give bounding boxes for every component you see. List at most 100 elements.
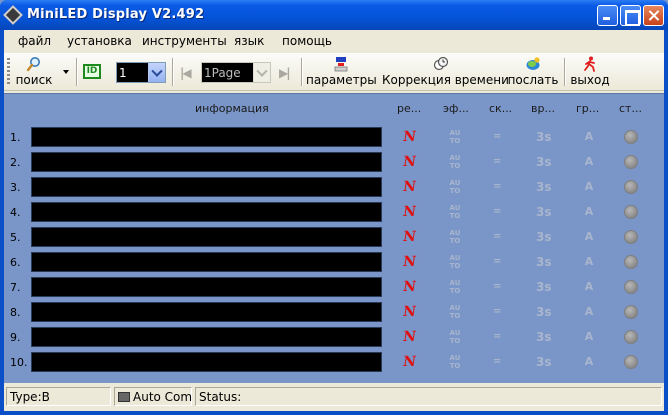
column-header-mode[interactable]: ре...: [397, 102, 421, 115]
status-dot-icon[interactable]: [624, 330, 638, 344]
mode-icon[interactable]: N: [402, 279, 418, 295]
mode-icon[interactable]: N: [402, 129, 418, 145]
mode-icon[interactable]: N: [402, 154, 418, 170]
speed-icon[interactable]: =: [493, 255, 507, 269]
column-header-speed[interactable]: ск...: [489, 102, 512, 115]
search-button[interactable]: поиск: [14, 56, 54, 88]
font-icon[interactable]: A: [582, 130, 596, 144]
params-button[interactable]: параметры: [306, 56, 377, 88]
speed-icon[interactable]: =: [493, 330, 507, 344]
magnifier-icon: [26, 57, 40, 72]
time-icon[interactable]: 3s: [536, 255, 552, 269]
exit-button[interactable]: выход: [570, 56, 610, 88]
font-icon[interactable]: A: [582, 155, 596, 169]
message-bar[interactable]: [31, 152, 382, 172]
message-bar[interactable]: [31, 352, 382, 372]
mode-icon[interactable]: N: [402, 329, 418, 345]
font-icon[interactable]: A: [582, 330, 596, 344]
status-dot-icon[interactable]: [624, 355, 638, 369]
time-icon[interactable]: 3s: [536, 355, 552, 369]
close-button[interactable]: [643, 5, 664, 26]
time-icon[interactable]: 3s: [536, 230, 552, 244]
font-icon[interactable]: A: [582, 205, 596, 219]
speed-icon[interactable]: =: [493, 130, 507, 144]
toolbar-grip[interactable]: [7, 58, 10, 86]
message-bar[interactable]: [31, 252, 382, 272]
status-dot-icon[interactable]: [624, 155, 638, 169]
time-icon[interactable]: 3s: [536, 330, 552, 344]
chevron-down-icon[interactable]: [253, 63, 270, 82]
menu-help[interactable]: помощь: [282, 34, 332, 48]
status-dot-icon[interactable]: [624, 255, 638, 269]
title-bar[interactable]: MiniLED Display V2.492: [0, 0, 668, 30]
page-select[interactable]: 1Page: [201, 62, 271, 83]
menu-language[interactable]: язык: [234, 34, 264, 48]
time-icon[interactable]: 3s: [536, 205, 552, 219]
mode-icon[interactable]: N: [402, 254, 418, 270]
status-dot-icon[interactable]: [624, 280, 638, 294]
time-icon[interactable]: 3s: [536, 130, 552, 144]
effect-auto-icon[interactable]: AU TO: [445, 179, 465, 195]
speed-icon[interactable]: =: [493, 280, 507, 294]
effect-auto-icon[interactable]: AU TO: [445, 329, 465, 345]
speed-icon[interactable]: =: [493, 180, 507, 194]
chevron-down-icon[interactable]: [148, 63, 165, 82]
message-bar[interactable]: [31, 277, 382, 297]
column-header-font[interactable]: гр...: [576, 102, 599, 115]
column-header-state[interactable]: ст...: [619, 102, 642, 115]
message-bar[interactable]: [31, 127, 382, 147]
status-dot-icon[interactable]: [624, 230, 638, 244]
effect-auto-icon[interactable]: AU TO: [445, 229, 465, 245]
time-icon[interactable]: 3s: [536, 305, 552, 319]
effect-auto-icon[interactable]: AU TO: [445, 129, 465, 145]
speed-icon[interactable]: =: [493, 355, 507, 369]
time-icon[interactable]: 3s: [536, 155, 552, 169]
time-icon[interactable]: 3s: [536, 280, 552, 294]
message-bar[interactable]: [31, 327, 382, 347]
mode-icon[interactable]: N: [402, 304, 418, 320]
prev-page-icon[interactable]: |◀: [180, 66, 192, 80]
message-bar[interactable]: [31, 177, 382, 197]
font-icon[interactable]: A: [582, 280, 596, 294]
mode-icon[interactable]: N: [402, 204, 418, 220]
maximize-button[interactable]: [620, 5, 641, 26]
mode-icon[interactable]: N: [402, 354, 418, 370]
menu-file[interactable]: файл: [18, 34, 51, 48]
speed-icon[interactable]: =: [493, 205, 507, 219]
search-dropdown-arrow[interactable]: [63, 70, 69, 74]
message-bar[interactable]: [31, 227, 382, 247]
next-page-icon[interactable]: ▶|: [279, 66, 291, 80]
menu-setup[interactable]: установка: [67, 34, 132, 48]
effect-auto-icon[interactable]: AU TO: [445, 354, 465, 370]
speed-icon[interactable]: =: [493, 155, 507, 169]
effect-auto-icon[interactable]: AU TO: [445, 304, 465, 320]
minimize-button[interactable]: [597, 5, 618, 26]
id-select[interactable]: 1: [116, 62, 166, 83]
column-header-time[interactable]: вр...: [531, 102, 555, 115]
effect-auto-icon[interactable]: AU TO: [445, 279, 465, 295]
message-bar[interactable]: [31, 302, 382, 322]
font-icon[interactable]: A: [582, 230, 596, 244]
status-dot-icon[interactable]: [624, 205, 638, 219]
speed-icon[interactable]: =: [493, 305, 507, 319]
font-icon[interactable]: A: [582, 355, 596, 369]
status-dot-icon[interactable]: [624, 180, 638, 194]
status-dot-icon[interactable]: [624, 305, 638, 319]
mode-icon[interactable]: N: [402, 229, 418, 245]
font-icon[interactable]: A: [582, 180, 596, 194]
menu-tools[interactable]: инструменты: [142, 34, 227, 48]
status-dot-icon[interactable]: [624, 130, 638, 144]
time-icon[interactable]: 3s: [536, 180, 552, 194]
message-bar[interactable]: [31, 202, 382, 222]
speed-icon[interactable]: =: [493, 230, 507, 244]
font-icon[interactable]: A: [582, 305, 596, 319]
effect-auto-icon[interactable]: AU TO: [445, 204, 465, 220]
effect-auto-icon[interactable]: AU TO: [445, 154, 465, 170]
column-header-effect[interactable]: эф...: [443, 102, 469, 115]
mode-icon[interactable]: N: [402, 179, 418, 195]
column-header-info[interactable]: информация: [195, 102, 269, 115]
send-button[interactable]: послать: [507, 56, 559, 88]
time-correction-button[interactable]: Коррекция времени: [382, 56, 509, 88]
font-icon[interactable]: A: [582, 255, 596, 269]
effect-auto-icon[interactable]: AU TO: [445, 254, 465, 270]
